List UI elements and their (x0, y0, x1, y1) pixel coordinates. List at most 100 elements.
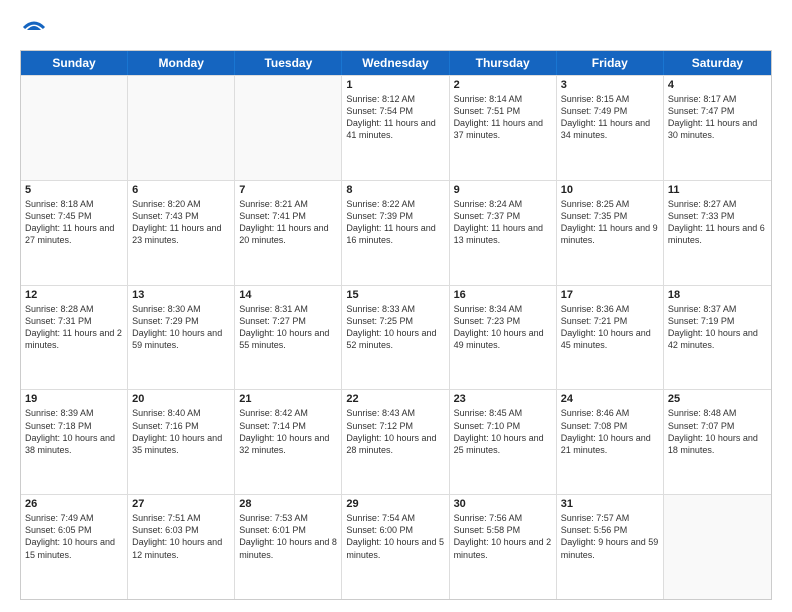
calendar-cell: 4 Sunrise: 8:17 AM Sunset: 7:47 PM Daylig… (664, 76, 771, 180)
day-number: 24 (561, 393, 659, 405)
day-number: 31 (561, 498, 659, 510)
calendar-row: 12 Sunrise: 8:28 AM Sunset: 7:31 PM Dayli… (21, 285, 771, 390)
calendar-cell: 14 Sunrise: 8:31 AM Sunset: 7:27 PM Dayli… (235, 286, 342, 390)
cell-info: Sunrise: 8:22 AM Sunset: 7:39 PM Dayligh… (346, 198, 444, 247)
cell-info: Sunrise: 8:36 AM Sunset: 7:21 PM Dayligh… (561, 303, 659, 352)
calendar-cell: 3 Sunrise: 8:15 AM Sunset: 7:49 PM Daylig… (557, 76, 664, 180)
calendar-cell: 25 Sunrise: 8:48 AM Sunset: 7:07 PM Dayli… (664, 390, 771, 494)
calendar-row: 26 Sunrise: 7:49 AM Sunset: 6:05 PM Dayli… (21, 494, 771, 599)
cell-info: Sunrise: 8:28 AM Sunset: 7:31 PM Dayligh… (25, 303, 123, 352)
calendar-cell: 20 Sunrise: 8:40 AM Sunset: 7:16 PM Dayli… (128, 390, 235, 494)
calendar-cell: 10Sunrise: 8:25 AM Sunset: 7:35 PM Dayli… (557, 181, 664, 285)
day-number: 19 (25, 393, 123, 405)
calendar-cell: 13Sunrise: 8:30 AM Sunset: 7:29 PM Dayli… (128, 286, 235, 390)
day-number: 18 (668, 289, 767, 301)
day-number: 30 (454, 498, 552, 510)
day-number: 16 (454, 289, 552, 301)
day-number: 26 (25, 498, 123, 510)
calendar-cell (664, 495, 771, 599)
calendar-cell: 6 Sunrise: 8:20 AM Sunset: 7:43 PM Daylig… (128, 181, 235, 285)
calendar-row: 1 Sunrise: 8:12 AM Sunset: 7:54 PM Daylig… (21, 75, 771, 180)
calendar-cell: 9Sunrise: 8:24 AM Sunset: 7:37 PM Daylig… (450, 181, 557, 285)
day-number: 5 (25, 184, 123, 196)
cell-info: Sunrise: 8:37 AM Sunset: 7:19 PM Dayligh… (668, 303, 767, 352)
cell-info: Sunrise: 8:24 AM Sunset: 7:37 PM Dayligh… (454, 198, 552, 247)
cell-info: Sunrise: 8:42 AM Sunset: 7:14 PM Dayligh… (239, 407, 337, 456)
weekday-header: Tuesday (235, 51, 342, 75)
calendar-header: SundayMondayTuesdayWednesdayThursdayFrid… (21, 51, 771, 75)
calendar-cell: 5 Sunrise: 8:18 AM Sunset: 7:45 PM Daylig… (21, 181, 128, 285)
calendar-cell: 19 Sunrise: 8:39 AM Sunset: 7:18 PM Dayli… (21, 390, 128, 494)
calendar-cell: 27 Sunrise: 7:51 AM Sunset: 6:03 PM Dayli… (128, 495, 235, 599)
day-number: 2 (454, 79, 552, 91)
cell-info: Sunrise: 7:49 AM Sunset: 6:05 PM Dayligh… (25, 512, 123, 561)
cell-info: Sunrise: 8:45 AM Sunset: 7:10 PM Dayligh… (454, 407, 552, 456)
cell-info: Sunrise: 8:17 AM Sunset: 7:47 PM Dayligh… (668, 93, 767, 142)
cell-info: Sunrise: 7:54 AM Sunset: 6:00 PM Dayligh… (346, 512, 444, 561)
calendar-cell: 28Sunrise: 7:53 AM Sunset: 6:01 PM Dayli… (235, 495, 342, 599)
calendar-cell: 26 Sunrise: 7:49 AM Sunset: 6:05 PM Dayli… (21, 495, 128, 599)
calendar-cell: 24 Sunrise: 8:46 AM Sunset: 7:08 PM Dayli… (557, 390, 664, 494)
calendar-cell: 29Sunrise: 7:54 AM Sunset: 6:00 PM Dayli… (342, 495, 449, 599)
weekday-header: Saturday (664, 51, 771, 75)
calendar-cell: 7Sunrise: 8:21 AM Sunset: 7:41 PM Daylig… (235, 181, 342, 285)
day-number: 28 (239, 498, 337, 510)
day-number: 27 (132, 498, 230, 510)
cell-info: Sunrise: 8:33 AM Sunset: 7:25 PM Dayligh… (346, 303, 444, 352)
weekday-header: Thursday (450, 51, 557, 75)
cell-info: Sunrise: 8:39 AM Sunset: 7:18 PM Dayligh… (25, 407, 123, 456)
logo-icon (22, 16, 46, 40)
cell-info: Sunrise: 8:34 AM Sunset: 7:23 PM Dayligh… (454, 303, 552, 352)
calendar-cell: 11 Sunrise: 8:27 AM Sunset: 7:33 PM Dayli… (664, 181, 771, 285)
day-number: 20 (132, 393, 230, 405)
cell-info: Sunrise: 8:48 AM Sunset: 7:07 PM Dayligh… (668, 407, 767, 456)
cell-info: Sunrise: 8:20 AM Sunset: 7:43 PM Dayligh… (132, 198, 230, 247)
calendar-cell: 16 Sunrise: 8:34 AM Sunset: 7:23 PM Dayli… (450, 286, 557, 390)
day-number: 17 (561, 289, 659, 301)
day-number: 14 (239, 289, 337, 301)
cell-info: Sunrise: 7:51 AM Sunset: 6:03 PM Dayligh… (132, 512, 230, 561)
day-number: 10 (561, 184, 659, 196)
day-number: 3 (561, 79, 659, 91)
cell-info: Sunrise: 8:27 AM Sunset: 7:33 PM Dayligh… (668, 198, 767, 247)
calendar-cell: 18 Sunrise: 8:37 AM Sunset: 7:19 PM Dayli… (664, 286, 771, 390)
calendar-cell: 2Sunrise: 8:14 AM Sunset: 7:51 PM Daylig… (450, 76, 557, 180)
day-number: 15 (346, 289, 444, 301)
calendar-cell: 15 Sunrise: 8:33 AM Sunset: 7:25 PM Dayli… (342, 286, 449, 390)
day-number: 23 (454, 393, 552, 405)
weekday-header: Monday (128, 51, 235, 75)
calendar-cell: 23 Sunrise: 8:45 AM Sunset: 7:10 PM Dayli… (450, 390, 557, 494)
calendar-cell: 1 Sunrise: 8:12 AM Sunset: 7:54 PM Daylig… (342, 76, 449, 180)
day-number: 8 (346, 184, 444, 196)
day-number: 12 (25, 289, 123, 301)
calendar: SundayMondayTuesdayWednesdayThursdayFrid… (20, 50, 772, 600)
calendar-cell: 8 Sunrise: 8:22 AM Sunset: 7:39 PM Daylig… (342, 181, 449, 285)
day-number: 11 (668, 184, 767, 196)
calendar-cell: 21Sunrise: 8:42 AM Sunset: 7:14 PM Dayli… (235, 390, 342, 494)
cell-info: Sunrise: 8:31 AM Sunset: 7:27 PM Dayligh… (239, 303, 337, 352)
calendar-row: 5 Sunrise: 8:18 AM Sunset: 7:45 PM Daylig… (21, 180, 771, 285)
calendar-cell: 31 Sunrise: 7:57 AM Sunset: 5:56 PM Dayli… (557, 495, 664, 599)
calendar-row: 19 Sunrise: 8:39 AM Sunset: 7:18 PM Dayli… (21, 389, 771, 494)
weekday-header: Sunday (21, 51, 128, 75)
calendar-cell (21, 76, 128, 180)
day-number: 13 (132, 289, 230, 301)
calendar-cell (128, 76, 235, 180)
day-number: 6 (132, 184, 230, 196)
cell-info: Sunrise: 8:12 AM Sunset: 7:54 PM Dayligh… (346, 93, 444, 142)
logo (20, 16, 46, 40)
calendar-cell: 22Sunrise: 8:43 AM Sunset: 7:12 PM Dayli… (342, 390, 449, 494)
weekday-header: Friday (557, 51, 664, 75)
day-number: 1 (346, 79, 444, 91)
header (20, 16, 772, 40)
cell-info: Sunrise: 7:57 AM Sunset: 5:56 PM Dayligh… (561, 512, 659, 561)
cell-info: Sunrise: 8:15 AM Sunset: 7:49 PM Dayligh… (561, 93, 659, 142)
cell-info: Sunrise: 8:46 AM Sunset: 7:08 PM Dayligh… (561, 407, 659, 456)
day-number: 25 (668, 393, 767, 405)
day-number: 4 (668, 79, 767, 91)
calendar-cell: 12 Sunrise: 8:28 AM Sunset: 7:31 PM Dayli… (21, 286, 128, 390)
cell-info: Sunrise: 8:21 AM Sunset: 7:41 PM Dayligh… (239, 198, 337, 247)
cell-info: Sunrise: 8:40 AM Sunset: 7:16 PM Dayligh… (132, 407, 230, 456)
cell-info: Sunrise: 8:18 AM Sunset: 7:45 PM Dayligh… (25, 198, 123, 247)
weekday-header: Wednesday (342, 51, 449, 75)
